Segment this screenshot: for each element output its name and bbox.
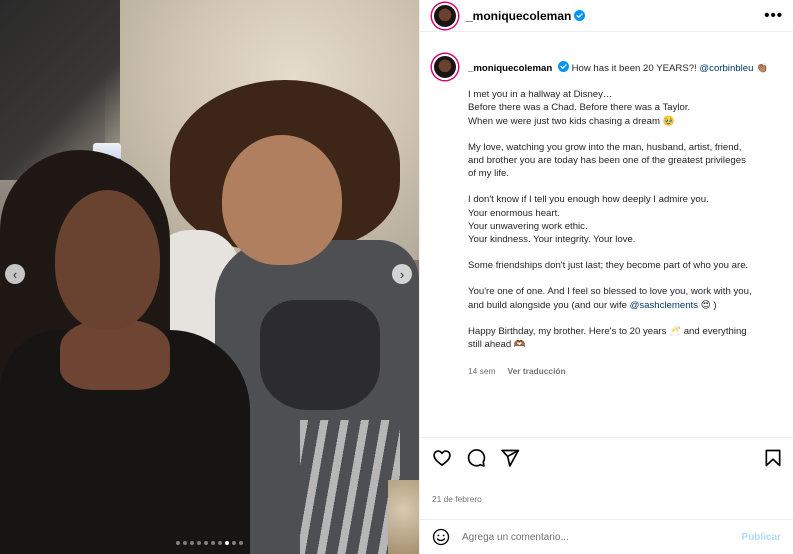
emoji-icon[interactable]	[432, 528, 450, 546]
caption-paragraph: I met you in a hallway at Disney… Before…	[468, 88, 773, 128]
caption-line: and build alongside you (and our wife @s…	[468, 299, 773, 312]
caption-line: Before there was a Chad. Before there wa…	[468, 102, 691, 114]
photo-person-left-face	[55, 190, 160, 330]
caption-paragraph: You're one of one. And I feel so blessed…	[468, 285, 773, 311]
caption-paragraph: Happy Birthday, my brother. Here's to 20…	[468, 325, 773, 351]
caption-paragraph: Some friendships don't just last; they b…	[468, 259, 773, 272]
post-username[interactable]: _moniquecoleman	[466, 9, 571, 23]
post-header: _moniquecoleman •••	[420, 0, 793, 32]
verified-badge-icon	[574, 10, 586, 21]
caption-text: _moniquecoleman How has it been 20 YEARS…	[468, 48, 773, 378]
comment-icon[interactable]	[466, 448, 486, 468]
mention-link[interactable]: @sashclements	[630, 300, 698, 311]
post-time-ago[interactable]: 14 sem	[468, 365, 495, 378]
caption-section: _moniquecoleman How has it been 20 YEARS…	[420, 48, 793, 433]
caption-line: Your kindness. Your integrity. Your love…	[468, 234, 636, 246]
caption-meta: 14 sem Ver traducción	[468, 365, 773, 378]
more-options-icon[interactable]: •••	[764, 7, 783, 24]
carousel-dot	[176, 541, 180, 545]
comment-input[interactable]	[462, 531, 702, 543]
carousel-dot	[211, 541, 215, 545]
caption-line: Some friendships don't just last; they b…	[468, 260, 749, 272]
caption-headline: How has it been 20 YEARS?!	[571, 63, 697, 74]
see-translation-link[interactable]: Ver traducción	[507, 365, 565, 378]
caption-line: Your unwavering work ethic.	[468, 220, 588, 232]
carousel-next-button[interactable]: ›	[392, 264, 412, 284]
photo-shirt-stripes	[300, 420, 400, 554]
caption-username[interactable]: _moniquecoleman	[468, 63, 552, 74]
carousel-dot	[204, 541, 208, 545]
caption-line: I don't know if I tell you enough how de…	[468, 194, 709, 206]
clap-emoji: 👏🏽	[756, 63, 769, 74]
caption-avatar[interactable]	[432, 54, 458, 80]
chevron-left-icon: ‹	[12, 266, 18, 282]
photo-shirt-graphic	[260, 300, 380, 410]
mention-link[interactable]: @corbinbleu	[699, 63, 753, 74]
caption-row: _moniquecoleman How has it been 20 YEARS…	[432, 48, 779, 378]
chevron-right-icon: ›	[399, 266, 405, 282]
caption-line: You're one of one. And I feel so blessed…	[468, 286, 752, 298]
caption-paragraph: I don't know if I tell you enough how de…	[468, 193, 773, 246]
verified-badge-icon	[557, 61, 569, 72]
caption-line: and brother you are today has been one o…	[468, 155, 746, 167]
publish-button[interactable]: Publicar	[742, 532, 781, 543]
avatar[interactable]	[432, 2, 458, 29]
caption-line-text: 😍 )	[700, 299, 717, 311]
caption-line: still ahead 🫶🏾	[468, 339, 526, 351]
bookmark-icon[interactable]	[763, 448, 783, 468]
post-media[interactable]: ‹ ›	[0, 0, 419, 554]
post-side-panel: _moniquecoleman ••• _moniquecoleman How …	[419, 0, 793, 554]
caption-line: I met you in a hallway at Disney…	[468, 89, 613, 101]
comment-bar: Publicar	[420, 519, 793, 554]
photo-person-left-shoulders	[60, 320, 170, 390]
carousel-dot	[232, 541, 236, 545]
carousel-dot	[225, 541, 229, 545]
carousel-dot	[190, 541, 194, 545]
caption-line-text: and build alongside you (and our wife	[468, 299, 627, 311]
heart-icon[interactable]	[432, 448, 452, 468]
post-actions	[420, 437, 793, 477]
carousel-dot	[218, 541, 222, 545]
photo-person-right-face	[222, 135, 342, 265]
caption-line: Your enormous heart.	[468, 207, 560, 219]
carousel-indicator	[0, 541, 419, 545]
caption-line: When we were just two kids chasing a dre…	[468, 115, 675, 127]
caption-line: of my life.	[468, 168, 510, 180]
carousel-dot	[183, 541, 187, 545]
caption-line: My love, watching you grow into the man,…	[468, 141, 742, 153]
carousel-dot	[239, 541, 243, 545]
share-icon[interactable]	[500, 448, 520, 468]
carousel-prev-button[interactable]: ‹	[5, 264, 25, 284]
caption-paragraph: My love, watching you grow into the man,…	[468, 141, 773, 181]
post-date[interactable]: 21 de febrero	[432, 494, 482, 504]
carousel-dot	[197, 541, 201, 545]
caption-first-line: _moniquecoleman How has it been 20 YEARS…	[468, 61, 773, 75]
caption-line: Happy Birthday, my brother. Here's to 20…	[468, 325, 747, 337]
